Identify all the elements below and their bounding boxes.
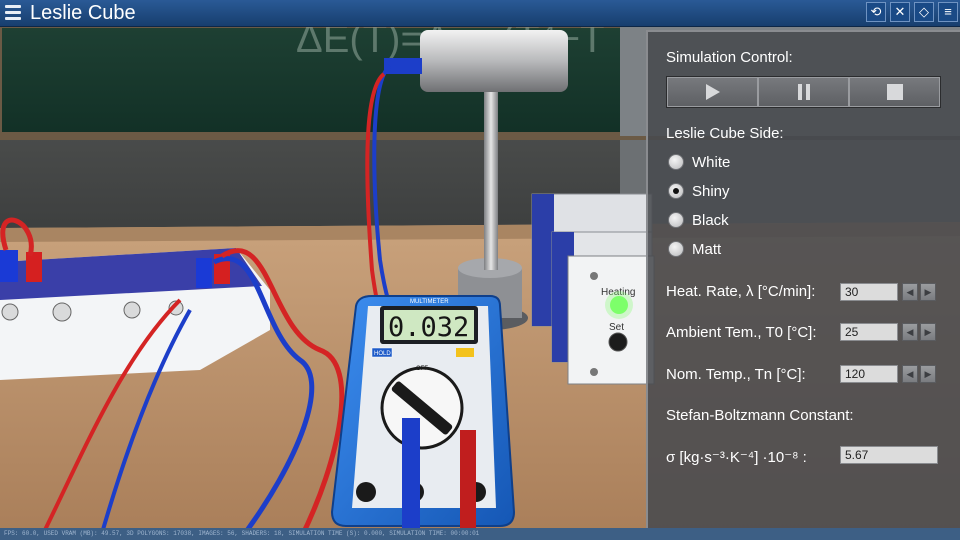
app-title: Leslie Cube (30, 2, 136, 24)
status-bar: FPS: 60.0, USED VRAM (MB): 49.57, 3D POL… (0, 528, 960, 540)
title-bar: Leslie Cube ⟲ ✕ ◇ ≡ (0, 0, 960, 27)
hold-label: HOLD (374, 351, 391, 357)
sigma-input[interactable] (840, 446, 938, 464)
radio-shiny-label: Shiny (692, 182, 730, 200)
ambient-temp-label: Ambient Tem., T0 [°C]: (666, 324, 817, 341)
set-button[interactable] (608, 332, 628, 352)
ambient-temp-decrement-icon[interactable]: ◀ (902, 323, 918, 341)
ambient-temp-increment-icon[interactable]: ▶ (920, 323, 936, 341)
radio-black-button[interactable] (668, 212, 684, 228)
simulation-control-label: Simulation Control: (666, 49, 793, 66)
heat-rate-increment-icon[interactable]: ▶ (920, 283, 936, 301)
play-icon (705, 84, 720, 100)
radio-shiny-button[interactable] (668, 183, 684, 199)
radio-matt-label: Matt (692, 240, 722, 258)
nominal-temp-input[interactable] (840, 365, 898, 383)
reset-icon[interactable]: ⟲ (866, 2, 886, 22)
nominal-temp-increment-icon[interactable]: ▶ (920, 365, 936, 383)
radio-white-label: White (692, 153, 731, 171)
cube-side-label: Leslie Cube Side: (666, 125, 784, 142)
stefan-boltzmann-label: Stefan-Boltzmann Constant: (666, 407, 854, 424)
stop-button[interactable] (849, 77, 940, 107)
multimeter-brand: MULTIMETER (410, 299, 449, 305)
dial-off-label: OFF (416, 366, 428, 372)
control-panel: Simulation Control: Leslie Cube Side: Wh… (646, 30, 960, 528)
simulation-controls (666, 76, 941, 108)
nominal-temp-label: Nom. Temp., Tn [°C]: (666, 366, 806, 383)
hamburger-menu-icon[interactable] (4, 3, 22, 21)
radio-shiny[interactable]: Shiny (668, 181, 730, 201)
sigma-label: σ [kg·s⁻³·K⁻⁴] ·10⁻⁸ : (666, 449, 807, 466)
play-button[interactable] (667, 77, 758, 107)
radio-white[interactable]: White (668, 152, 730, 172)
heat-rate-label: Heat. Rate, λ [°C/min]: (666, 283, 816, 300)
radio-matt-button[interactable] (668, 241, 684, 257)
radio-black-label: Black (692, 211, 729, 229)
stop-icon (886, 84, 903, 100)
radio-white-button[interactable] (668, 154, 684, 170)
heat-rate-input[interactable] (840, 283, 898, 301)
multimeter-reading: 0.032 (388, 312, 469, 343)
pause-icon (797, 84, 810, 100)
erase-icon[interactable]: ◇ (914, 2, 934, 22)
list-icon[interactable]: ≡ (938, 2, 958, 22)
ambient-temp-input[interactable] (840, 323, 898, 341)
pause-button[interactable] (758, 77, 849, 107)
set-label: Set (609, 322, 624, 333)
multimeter: MULTIMETER 0.032 HOLD OFF (330, 295, 516, 540)
nominal-temp-decrement-icon[interactable]: ◀ (902, 365, 918, 383)
mute-icon[interactable]: ✕ (890, 2, 910, 22)
radio-black[interactable]: Black (668, 210, 729, 230)
radio-matt[interactable]: Matt (668, 239, 721, 259)
heat-rate-decrement-icon[interactable]: ◀ (902, 283, 918, 301)
